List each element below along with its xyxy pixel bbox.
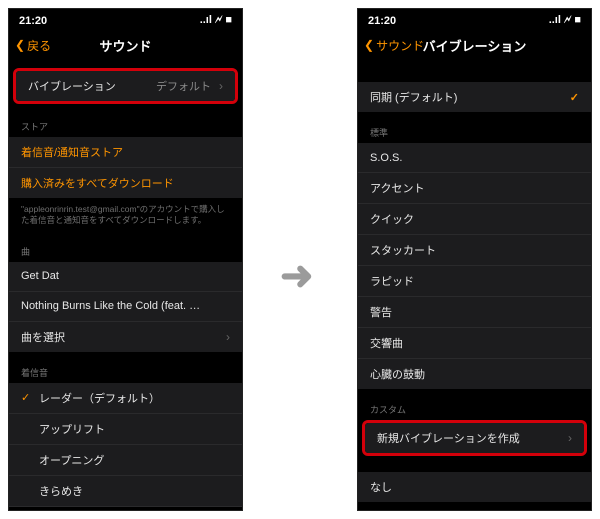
status-bar: 21:20 ..ıl 🗲 ■ xyxy=(358,9,591,30)
content-right: 同期 (デフォルト) ✓ 標準 S.O.S. アクセント クイック スタッカート… xyxy=(358,60,591,507)
check-icon: ✓ xyxy=(21,391,31,404)
download-all-link[interactable]: 購入済みをすべてダウンロード xyxy=(9,168,242,198)
chevron-right-icon: › xyxy=(219,79,223,93)
sync-default-row[interactable]: 同期 (デフォルト) ✓ xyxy=(358,82,591,112)
nav-bar: ❮ サウンド バイブレーション xyxy=(358,30,591,60)
chevron-left-icon: ❮ xyxy=(15,38,25,52)
ringtone-item[interactable]: オープニング xyxy=(9,445,242,476)
arrow-right-icon: ➜ xyxy=(280,256,314,296)
check-icon: ✓ xyxy=(570,91,579,104)
section-header-store: ストア xyxy=(9,106,242,137)
section-header-standard: 標準 xyxy=(358,112,591,143)
tone-store-link[interactable]: 着信音/通知音ストア xyxy=(9,137,242,168)
section-header-ringtones: 着信音 xyxy=(9,352,242,383)
highlighted-vibration-row: バイブレーション デフォルト › xyxy=(13,68,238,104)
song-item[interactable]: Get Dat xyxy=(9,262,242,292)
status-indicators: ..ıl 🗲 ■ xyxy=(200,14,232,27)
phone-screen-vibration: 21:20 ..ıl 🗲 ■ ❮ サウンド バイブレーション 同期 (デフォルト… xyxy=(357,8,592,511)
none-row[interactable]: なし xyxy=(358,472,591,502)
back-button[interactable]: ❮ サウンド xyxy=(364,37,424,54)
phone-screen-sound: 21:20 ..ıl 🗲 ■ ❮ 戻る サウンド バイブレーション デフォルト … xyxy=(8,8,243,511)
vibration-label: バイブレーション xyxy=(28,78,116,94)
back-button[interactable]: ❮ 戻る xyxy=(15,37,51,54)
vibration-item[interactable]: 警告 xyxy=(358,297,591,328)
chevron-right-icon: › xyxy=(226,330,230,344)
chevron-left-icon: ❮ xyxy=(364,38,374,52)
song-item[interactable]: Nothing Burns Like the Cold (feat. Vinc.… xyxy=(9,292,242,322)
nav-bar: ❮ 戻る サウンド xyxy=(9,30,242,60)
chevron-right-icon: › xyxy=(568,431,572,445)
ringtone-item[interactable]: アップリフト xyxy=(9,414,242,445)
content-left: バイブレーション デフォルト › ストア 着信音/通知音ストア 購入済みをすべて… xyxy=(9,60,242,507)
store-footer: "appleonrinrin.test@gmail.com"のアカウントで購入し… xyxy=(9,198,242,231)
ringtone-item[interactable]: きらめき xyxy=(9,476,242,507)
vibration-row[interactable]: バイブレーション デフォルト › xyxy=(16,71,235,101)
vibration-item[interactable]: クイック xyxy=(358,204,591,235)
ringtone-item-selected[interactable]: ✓ レーダー（デフォルト） xyxy=(9,383,242,414)
create-vibration-row[interactable]: 新規バイブレーションを作成 › xyxy=(365,423,584,453)
section-header-songs: 曲 xyxy=(9,231,242,262)
back-label: サウンド xyxy=(376,37,424,54)
vibration-item[interactable]: アクセント xyxy=(358,173,591,204)
back-label: 戻る xyxy=(27,37,51,54)
vibration-item[interactable]: スタッカート xyxy=(358,235,591,266)
vibration-item[interactable]: 心臓の鼓動 xyxy=(358,359,591,389)
section-header-custom: カスタム xyxy=(358,389,591,420)
status-time: 21:20 xyxy=(368,15,396,27)
vibration-item[interactable]: ラピッド xyxy=(358,266,591,297)
vibration-item[interactable]: 交響曲 xyxy=(358,328,591,359)
vibration-value: デフォルト xyxy=(156,78,211,94)
vibration-item[interactable]: S.O.S. xyxy=(358,143,591,173)
status-indicators: ..ıl 🗲 ■ xyxy=(549,14,581,27)
status-time: 21:20 xyxy=(19,15,47,27)
pick-song-row[interactable]: 曲を選択 › xyxy=(9,322,242,352)
highlighted-create-vibration: 新規バイブレーションを作成 › xyxy=(362,420,587,456)
status-bar: 21:20 ..ıl 🗲 ■ xyxy=(9,9,242,30)
